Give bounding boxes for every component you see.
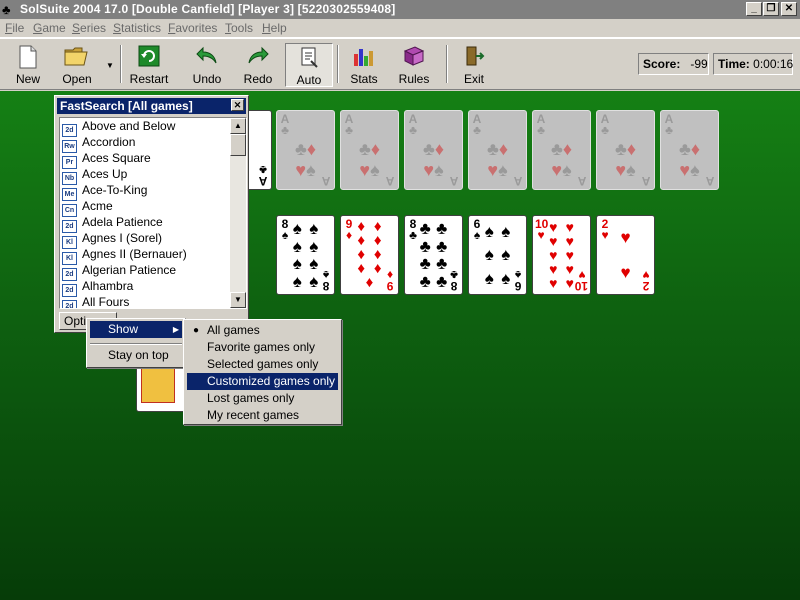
list-item[interactable]: Nb Aces Up	[62, 166, 228, 185]
menu-item-recent-games[interactable]: My recent games	[187, 407, 338, 424]
chevron-down-icon[interactable]: ▼	[106, 61, 114, 70]
exit-door-icon	[461, 45, 487, 69]
tableau-card[interactable]: 8 ♣ ♣ ♣ ♣ ♣ ♣ ♣ ♣ ♣ 8 ♣	[404, 215, 463, 295]
tableau-card[interactable]: 8 ♠ ♠ ♠ ♠ ♠ ♠ ♠ ♠ ♠ 8 ♠	[276, 215, 335, 295]
open-button[interactable]: Open	[55, 43, 99, 87]
menu-tools[interactable]: Tools	[225, 21, 253, 35]
vertical-scrollbar[interactable]: ▲ ▼	[230, 118, 246, 308]
menu-item-show[interactable]: Show ▶	[90, 321, 182, 338]
tableau-card[interactable]: 2 ♥ ♥ ♥ 2 ♥	[596, 215, 655, 295]
close-icon[interactable]: ✕	[231, 99, 244, 111]
auto-play-icon	[296, 46, 322, 70]
face-card-art-icon	[141, 363, 175, 403]
auto-button[interactable]: Auto	[285, 43, 333, 87]
toolbar-separator	[446, 45, 448, 83]
restart-button[interactable]: Restart	[127, 43, 171, 87]
tableau-card[interactable]: 9 ♦ ♦ ♦ ♦ ♦ ♦ ♦ ♦ ♦ ♦ 9 ♦	[340, 215, 399, 295]
list-item[interactable]: 2d Algerian Patience	[62, 262, 228, 281]
menu-game[interactable]: Game	[33, 21, 66, 35]
list-item[interactable]: Me Ace-To-King	[62, 182, 228, 201]
foundation-pile[interactable]: A ♣ ♣♦ ♥♠ A	[468, 110, 527, 190]
window-title: SolSuite 2004 17.0 [Double Canfield] [Pl…	[20, 2, 396, 16]
rules-book-icon	[401, 45, 427, 69]
foundation-pile[interactable]: A ♣ ♣♦ ♥♠ A	[404, 110, 463, 190]
foundation-pile[interactable]: A ♣ ♣♦ ♥♠ A	[660, 110, 719, 190]
menu-item-selected-games[interactable]: Selected games only	[187, 356, 338, 373]
menu-statistics[interactable]: Statistics	[113, 21, 161, 35]
menu-series[interactable]: Series	[72, 21, 106, 35]
scrollbar-thumb[interactable]	[230, 134, 246, 156]
undo-arrow-icon	[194, 45, 220, 69]
game-type-icon: 2d	[62, 300, 77, 308]
new-document-icon	[15, 45, 41, 69]
menu-item-all-games[interactable]: ● All games	[187, 322, 338, 339]
fastsearch-title-bar[interactable]: FastSearch [All games] ✕	[57, 98, 246, 114]
menu-file[interactable]: File	[5, 21, 24, 35]
radio-check-icon: ●	[193, 325, 200, 336]
list-item[interactable]: Rw Accordion	[62, 134, 228, 153]
menu-item-stay-on-top[interactable]: Stay on top	[90, 347, 182, 364]
menu-item-customized-games[interactable]: Customized games only	[187, 373, 338, 390]
toolbar-separator	[337, 45, 339, 83]
scroll-down-icon[interactable]: ▼	[230, 292, 246, 308]
toolbar-separator	[120, 45, 122, 83]
new-button[interactable]: New	[6, 43, 50, 87]
title-bar: ♣ SolSuite 2004 17.0 [Double Canfield] […	[0, 0, 800, 19]
maximize-button[interactable]: ❐	[763, 2, 779, 16]
foundation-pile[interactable]: A ♣ ♣♦ ♥♠ A	[276, 110, 335, 190]
minimize-button[interactable]: _	[746, 2, 762, 16]
exit-button[interactable]: Exit	[452, 43, 496, 87]
fastsearch-window: FastSearch [All games] ✕ 2d Above and Bel…	[54, 95, 249, 333]
scroll-up-icon[interactable]: ▲	[230, 118, 246, 134]
bar-chart-icon	[351, 45, 377, 69]
redo-arrow-icon	[245, 45, 271, 69]
undo-button[interactable]: Undo	[185, 43, 229, 87]
rules-button[interactable]: Rules	[392, 43, 436, 87]
list-item[interactable]: 2d Adela Patience	[62, 214, 228, 233]
score-value: -99	[690, 57, 708, 71]
menu-help[interactable]: Help	[262, 21, 287, 35]
menu-bar: File Game Series Statistics Favorites To…	[0, 19, 800, 38]
folder-icon	[64, 45, 90, 69]
submenu-arrow-icon: ▶	[172, 325, 179, 334]
menu-favorites[interactable]: Favorites	[168, 21, 217, 35]
redo-button[interactable]: Redo	[236, 43, 280, 87]
list-item[interactable]: 2d Alhambra	[62, 278, 228, 297]
list-item[interactable]: Pr Aces Square	[62, 150, 228, 169]
game-list[interactable]: 2d Above and Below Rw Accordion Pr Aces Squ…	[59, 117, 247, 309]
foundation-pile[interactable]: A ♣ ♣♦ ♥♠ A	[596, 110, 655, 190]
list-item[interactable]: 2d Above and Below	[62, 118, 228, 137]
menu-item-lost-games[interactable]: Lost games only	[187, 390, 338, 407]
restart-icon	[136, 45, 162, 69]
foundation-pile[interactable]: A ♣ ♣♦ ♥♠ A	[532, 110, 591, 190]
tableau-card[interactable]: 6 ♠ ♠ ♠ ♠ ♠ ♠ ♠ 6 ♠	[468, 215, 527, 295]
stats-button[interactable]: Stats	[342, 43, 386, 87]
menu-separator	[90, 343, 182, 345]
menu-item-favorite-games[interactable]: Favorite games only	[187, 339, 338, 356]
list-item[interactable]: Kl Agnes I (Sorel)	[62, 230, 228, 249]
time-value: 0:00:16	[753, 57, 794, 71]
foundation-pile[interactable]: A ♣ ♣♦ ♥♠ A	[340, 110, 399, 190]
tableau-card[interactable]: 10 ♥ ♥ ♥ ♥ ♥ ♥ ♥ ♥ ♥ ♥ ♥ 10 ♥	[532, 215, 591, 295]
close-button[interactable]: ✕	[781, 2, 797, 16]
score-display: Score: -99	[638, 53, 709, 75]
list-item[interactable]: Kl Agnes II (Bernauer)	[62, 246, 228, 265]
list-item[interactable]: 2d All Fours	[62, 294, 228, 308]
options-menu: Show ▶ Stay on top	[86, 318, 186, 368]
card-suits-icon[interactable]: ♣	[2, 2, 18, 17]
show-submenu: ● All games Favorite games only Selected…	[183, 319, 342, 425]
list-item[interactable]: Cn Acme	[62, 198, 228, 217]
toolbar: New Open ▼ Restart Undo Redo Auto Stats …	[0, 38, 800, 90]
time-display: Time: 0:00:16	[713, 53, 793, 75]
